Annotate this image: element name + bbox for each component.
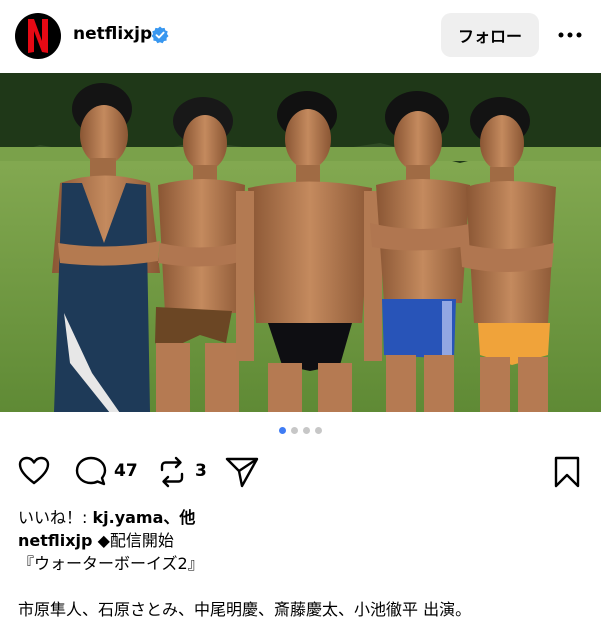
caption-line-1: netflixjp ◆配信開始 <box>18 529 588 552</box>
likes-prefix: いいね！: <box>18 508 93 527</box>
caption-text-1: ◆配信開始 <box>92 531 174 550</box>
caption-line-2: 『ウォーターボーイズ2』 <box>18 554 204 573</box>
caption-author[interactable]: netflixjp <box>18 531 93 550</box>
carousel-indicator[interactable] <box>0 427 601 437</box>
likes-user[interactable]: kj.yama <box>92 508 163 527</box>
repost-count[interactable]: 3 <box>195 461 207 481</box>
carousel-dot-active[interactable] <box>279 427 286 434</box>
caption-line-3: 市原隼人、石原さとみ、中尾明慶、斎藤慶太、小池徹平 出演。 <box>18 600 472 619</box>
bookmark-icon[interactable] <box>553 456 581 488</box>
post-actions: 47 3 <box>0 450 601 490</box>
post-caption: いいね！: kj.yama、他 netflixjp ◆配信開始 『ウォーターボー… <box>18 506 588 621</box>
profile-avatar[interactable] <box>15 13 61 59</box>
comment-icon[interactable] <box>75 456 107 486</box>
swimmers-photo <box>0 73 601 412</box>
post-username[interactable]: netflixjp <box>73 24 152 44</box>
likes-line: いいね！: kj.yama、他 <box>18 506 588 529</box>
repost-icon[interactable] <box>158 456 186 488</box>
comment-count[interactable]: 47 <box>114 461 138 481</box>
post-photo[interactable] <box>0 73 601 412</box>
likes-suffix[interactable]: 、他 <box>163 508 195 527</box>
verified-badge-icon <box>151 26 169 44</box>
carousel-dot[interactable] <box>303 427 310 434</box>
share-icon[interactable] <box>225 456 259 488</box>
netflix-logo-icon <box>28 19 48 53</box>
more-options-icon[interactable] <box>557 27 583 43</box>
follow-button[interactable]: フォロー <box>441 13 539 57</box>
heart-icon[interactable] <box>18 456 50 486</box>
carousel-dot[interactable] <box>291 427 298 434</box>
post-header: netflixjp フォロー <box>0 0 601 72</box>
carousel-dot[interactable] <box>315 427 322 434</box>
